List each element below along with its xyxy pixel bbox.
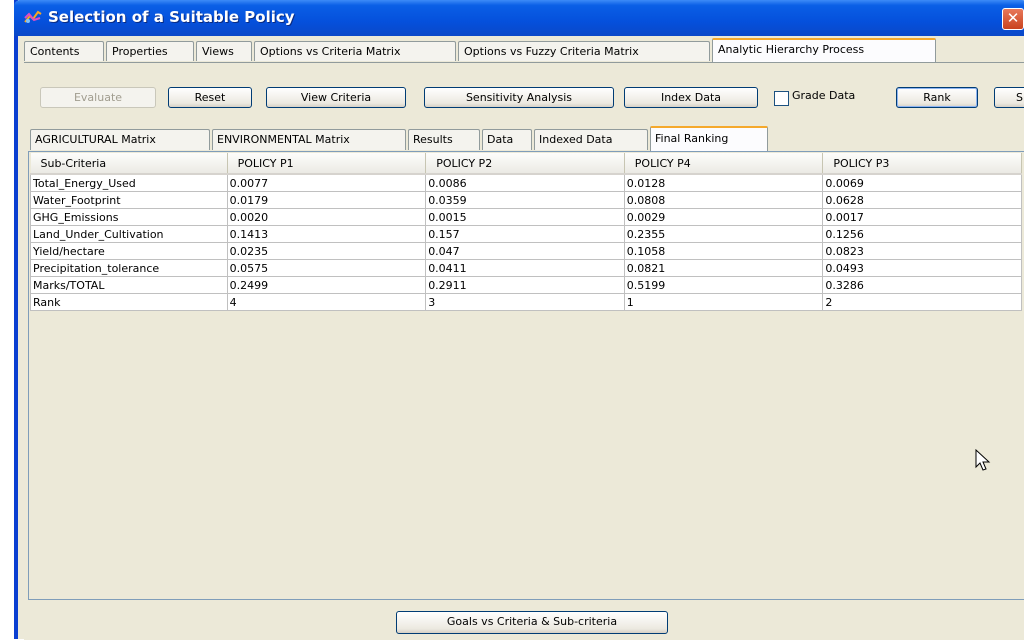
table-cell[interactable]: Total_Energy_Used [30, 173, 228, 192]
subtab-environmental-matrix[interactable]: ENVIRONMENTAL Matrix [212, 129, 406, 150]
mouse-pointer-icon [975, 449, 991, 471]
table-cell[interactable]: 0.0069 [822, 173, 1022, 192]
ahp-panel: Evaluate Reset View Criteria Sensitivity… [24, 62, 1024, 640]
table-cell[interactable]: 0.0015 [425, 208, 625, 226]
table-cell[interactable]: 0.0179 [226, 191, 427, 209]
table-cell[interactable]: 0.0020 [226, 208, 427, 226]
table-cell[interactable]: 0.0128 [623, 173, 824, 192]
reset-button[interactable]: Reset [168, 87, 252, 108]
table-cell[interactable]: 0.0235 [226, 242, 427, 260]
table-cell[interactable]: 0.0808 [623, 191, 824, 209]
table-cell[interactable]: Marks/TOTAL [30, 276, 228, 294]
table-cell[interactable]: Yield/hectare [30, 242, 228, 260]
table-cell[interactable]: Rank [30, 293, 228, 311]
app-logo-icon [24, 10, 42, 23]
table-row: GHG_Emissions 0.0020 0.0015 0.0029 0.001… [30, 208, 1022, 226]
final-ranking-table: Sub-Criteria POLICY P1 POLICY P2 POLICY … [30, 153, 1022, 311]
tab-options-vs-criteria[interactable]: Options vs Criteria Matrix [254, 41, 456, 61]
table-cell[interactable]: 1 [623, 293, 824, 311]
table-cell[interactable]: 0.0411 [425, 259, 625, 277]
grade-data-checkbox[interactable] [774, 91, 789, 106]
table-row: Water_Footprint 0.0179 0.0359 0.0808 0.0… [30, 191, 1022, 209]
table-cell[interactable]: 0.0823 [822, 242, 1022, 260]
final-ranking-table-panel: Sub-Criteria POLICY P1 POLICY P2 POLICY … [28, 151, 1024, 600]
tab-properties[interactable]: Properties [106, 41, 194, 61]
sensitivity-analysis-button[interactable]: Sensitivity Analysis [424, 87, 614, 108]
table-cell[interactable]: 0.3286 [822, 276, 1022, 294]
table-row: Marks/TOTAL 0.2499 0.2911 0.5199 0.3286 [30, 276, 1022, 294]
column-header-policy-p4[interactable]: POLICY P4 [624, 153, 824, 175]
table-cell[interactable]: 0.0493 [822, 259, 1022, 277]
index-data-button[interactable]: Index Data [624, 87, 758, 108]
s-button-partial[interactable]: S [994, 87, 1024, 108]
table-row: Total_Energy_Used 0.0077 0.0086 0.0128 0… [30, 173, 1022, 192]
table-row: Yield/hectare 0.0235 0.047 0.1058 0.0823 [30, 242, 1022, 260]
table-cell[interactable]: 0.2911 [425, 276, 625, 294]
title-bar[interactable]: Selection of a Suitable Policy ✕ [14, 0, 1024, 36]
table-cell[interactable]: 0.157 [425, 225, 625, 243]
subtab-indexed-data[interactable]: Indexed Data [534, 129, 648, 150]
table-cell[interactable]: Water_Footprint [30, 191, 228, 209]
subtab-agricultural-matrix[interactable]: AGRICULTURAL Matrix [30, 129, 210, 150]
window-title: Selection of a Suitable Policy [48, 8, 295, 26]
table-cell[interactable]: 0.0575 [226, 259, 427, 277]
table-row: Rank 4 3 1 2 [30, 293, 1022, 311]
table-cell[interactable]: GHG_Emissions [30, 208, 228, 226]
column-header-sub-criteria[interactable]: Sub-Criteria [30, 153, 228, 175]
column-header-policy-p2[interactable]: POLICY P2 [425, 153, 625, 175]
table-cell[interactable]: 4 [226, 293, 427, 311]
view-criteria-button[interactable]: View Criteria [266, 87, 406, 108]
table-cell[interactable]: 0.5199 [623, 276, 824, 294]
subtab-data[interactable]: Data [482, 129, 532, 150]
evaluate-button[interactable]: Evaluate [40, 87, 156, 108]
main-window: Selection of a Suitable Policy ✕ Content… [14, 0, 1024, 640]
table-cell[interactable]: 0.0628 [822, 191, 1022, 209]
table-cell[interactable]: 0.0017 [822, 208, 1022, 226]
table-cell[interactable]: 0.0821 [623, 259, 824, 277]
table-row: Land_Under_Cultivation 0.1413 0.157 0.23… [30, 225, 1022, 243]
table-cell[interactable]: 0.047 [425, 242, 625, 260]
tab-contents[interactable]: Contents [24, 41, 104, 61]
table-cell[interactable]: 0.2499 [226, 276, 427, 294]
table-cell[interactable]: 0.1256 [822, 225, 1022, 243]
table-cell[interactable]: 0.1058 [623, 242, 824, 260]
tab-analytic-hierarchy-process[interactable]: Analytic Hierarchy Process [712, 38, 936, 62]
goals-vs-criteria-button[interactable]: Goals vs Criteria & Sub-criteria [396, 611, 668, 634]
tab-options-vs-fuzzy-criteria[interactable]: Options vs Fuzzy Criteria Matrix [458, 41, 710, 61]
table-row: Precipitation_tolerance 0.0575 0.0411 0.… [30, 259, 1022, 277]
table-cell[interactable]: 0.0077 [226, 173, 427, 192]
close-icon[interactable]: ✕ [1002, 8, 1024, 30]
table-cell[interactable]: 0.0029 [623, 208, 824, 226]
table-cell[interactable]: Land_Under_Cultivation [30, 225, 228, 243]
table-cell[interactable]: 2 [822, 293, 1022, 311]
grade-data-label: Grade Data [792, 89, 856, 102]
subtab-final-ranking[interactable]: Final Ranking [650, 126, 768, 151]
table-header-row: Sub-Criteria POLICY P1 POLICY P2 POLICY … [30, 153, 1022, 175]
table-cell[interactable]: 0.2355 [623, 225, 824, 243]
table-cell[interactable]: 0.1413 [226, 225, 427, 243]
rank-button[interactable]: Rank [896, 87, 978, 108]
subtab-results[interactable]: Results [408, 129, 480, 150]
column-header-policy-p3[interactable]: POLICY P3 [822, 153, 1022, 175]
column-header-policy-p1[interactable]: POLICY P1 [227, 153, 427, 175]
tab-views[interactable]: Views [196, 41, 252, 61]
table-cell[interactable]: 0.0359 [425, 191, 625, 209]
table-cell[interactable]: 3 [425, 293, 625, 311]
table-cell[interactable]: 0.0086 [425, 173, 625, 192]
table-cell[interactable]: Precipitation_tolerance [30, 259, 228, 277]
